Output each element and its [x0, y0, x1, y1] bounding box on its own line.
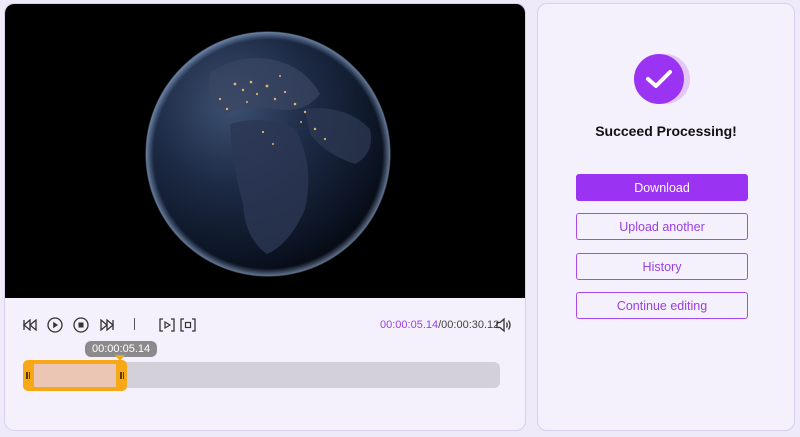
play-icon — [47, 317, 63, 333]
current-time: 00:00:05.14 — [380, 319, 439, 331]
volume-button[interactable] — [493, 314, 515, 336]
stop-button[interactable] — [70, 314, 92, 336]
playhead-marker[interactable] — [115, 355, 125, 361]
video-editor-panel: 00:00:05.14/00:00:30.12 00:00:05.14 — [4, 3, 526, 431]
mark-out-button[interactable] — [177, 314, 199, 336]
video-preview[interactable] — [5, 4, 525, 298]
mark-in-icon — [159, 318, 175, 332]
trim-selection[interactable] — [23, 360, 127, 391]
history-button[interactable]: History — [576, 253, 748, 280]
total-time: /00:00:30.12 — [438, 319, 500, 331]
rewind-icon — [23, 319, 37, 331]
fast-forward-icon — [100, 319, 114, 331]
fast-forward-button[interactable] — [96, 314, 118, 336]
stop-icon — [73, 317, 89, 333]
play-button[interactable] — [44, 314, 66, 336]
rewind-button[interactable] — [19, 314, 41, 336]
download-button[interactable]: Download — [576, 174, 748, 201]
trim-end-handle[interactable] — [119, 372, 125, 379]
upload-another-button[interactable]: Upload another — [576, 213, 748, 240]
trim-start-handle[interactable] — [25, 372, 31, 379]
controls-divider — [134, 318, 135, 330]
mark-out-icon — [180, 318, 196, 332]
volume-icon — [496, 317, 511, 333]
mark-in-button[interactable] — [156, 314, 178, 336]
earth-image — [145, 31, 391, 277]
time-readout: 00:00:05.14/00:00:30.12 — [380, 319, 499, 331]
result-panel: Succeed Processing! Download Upload anot… — [537, 3, 795, 431]
check-circle-icon — [634, 54, 694, 104]
continue-editing-button[interactable]: Continue editing — [576, 292, 748, 319]
result-title: Succeed Processing! — [595, 123, 737, 139]
